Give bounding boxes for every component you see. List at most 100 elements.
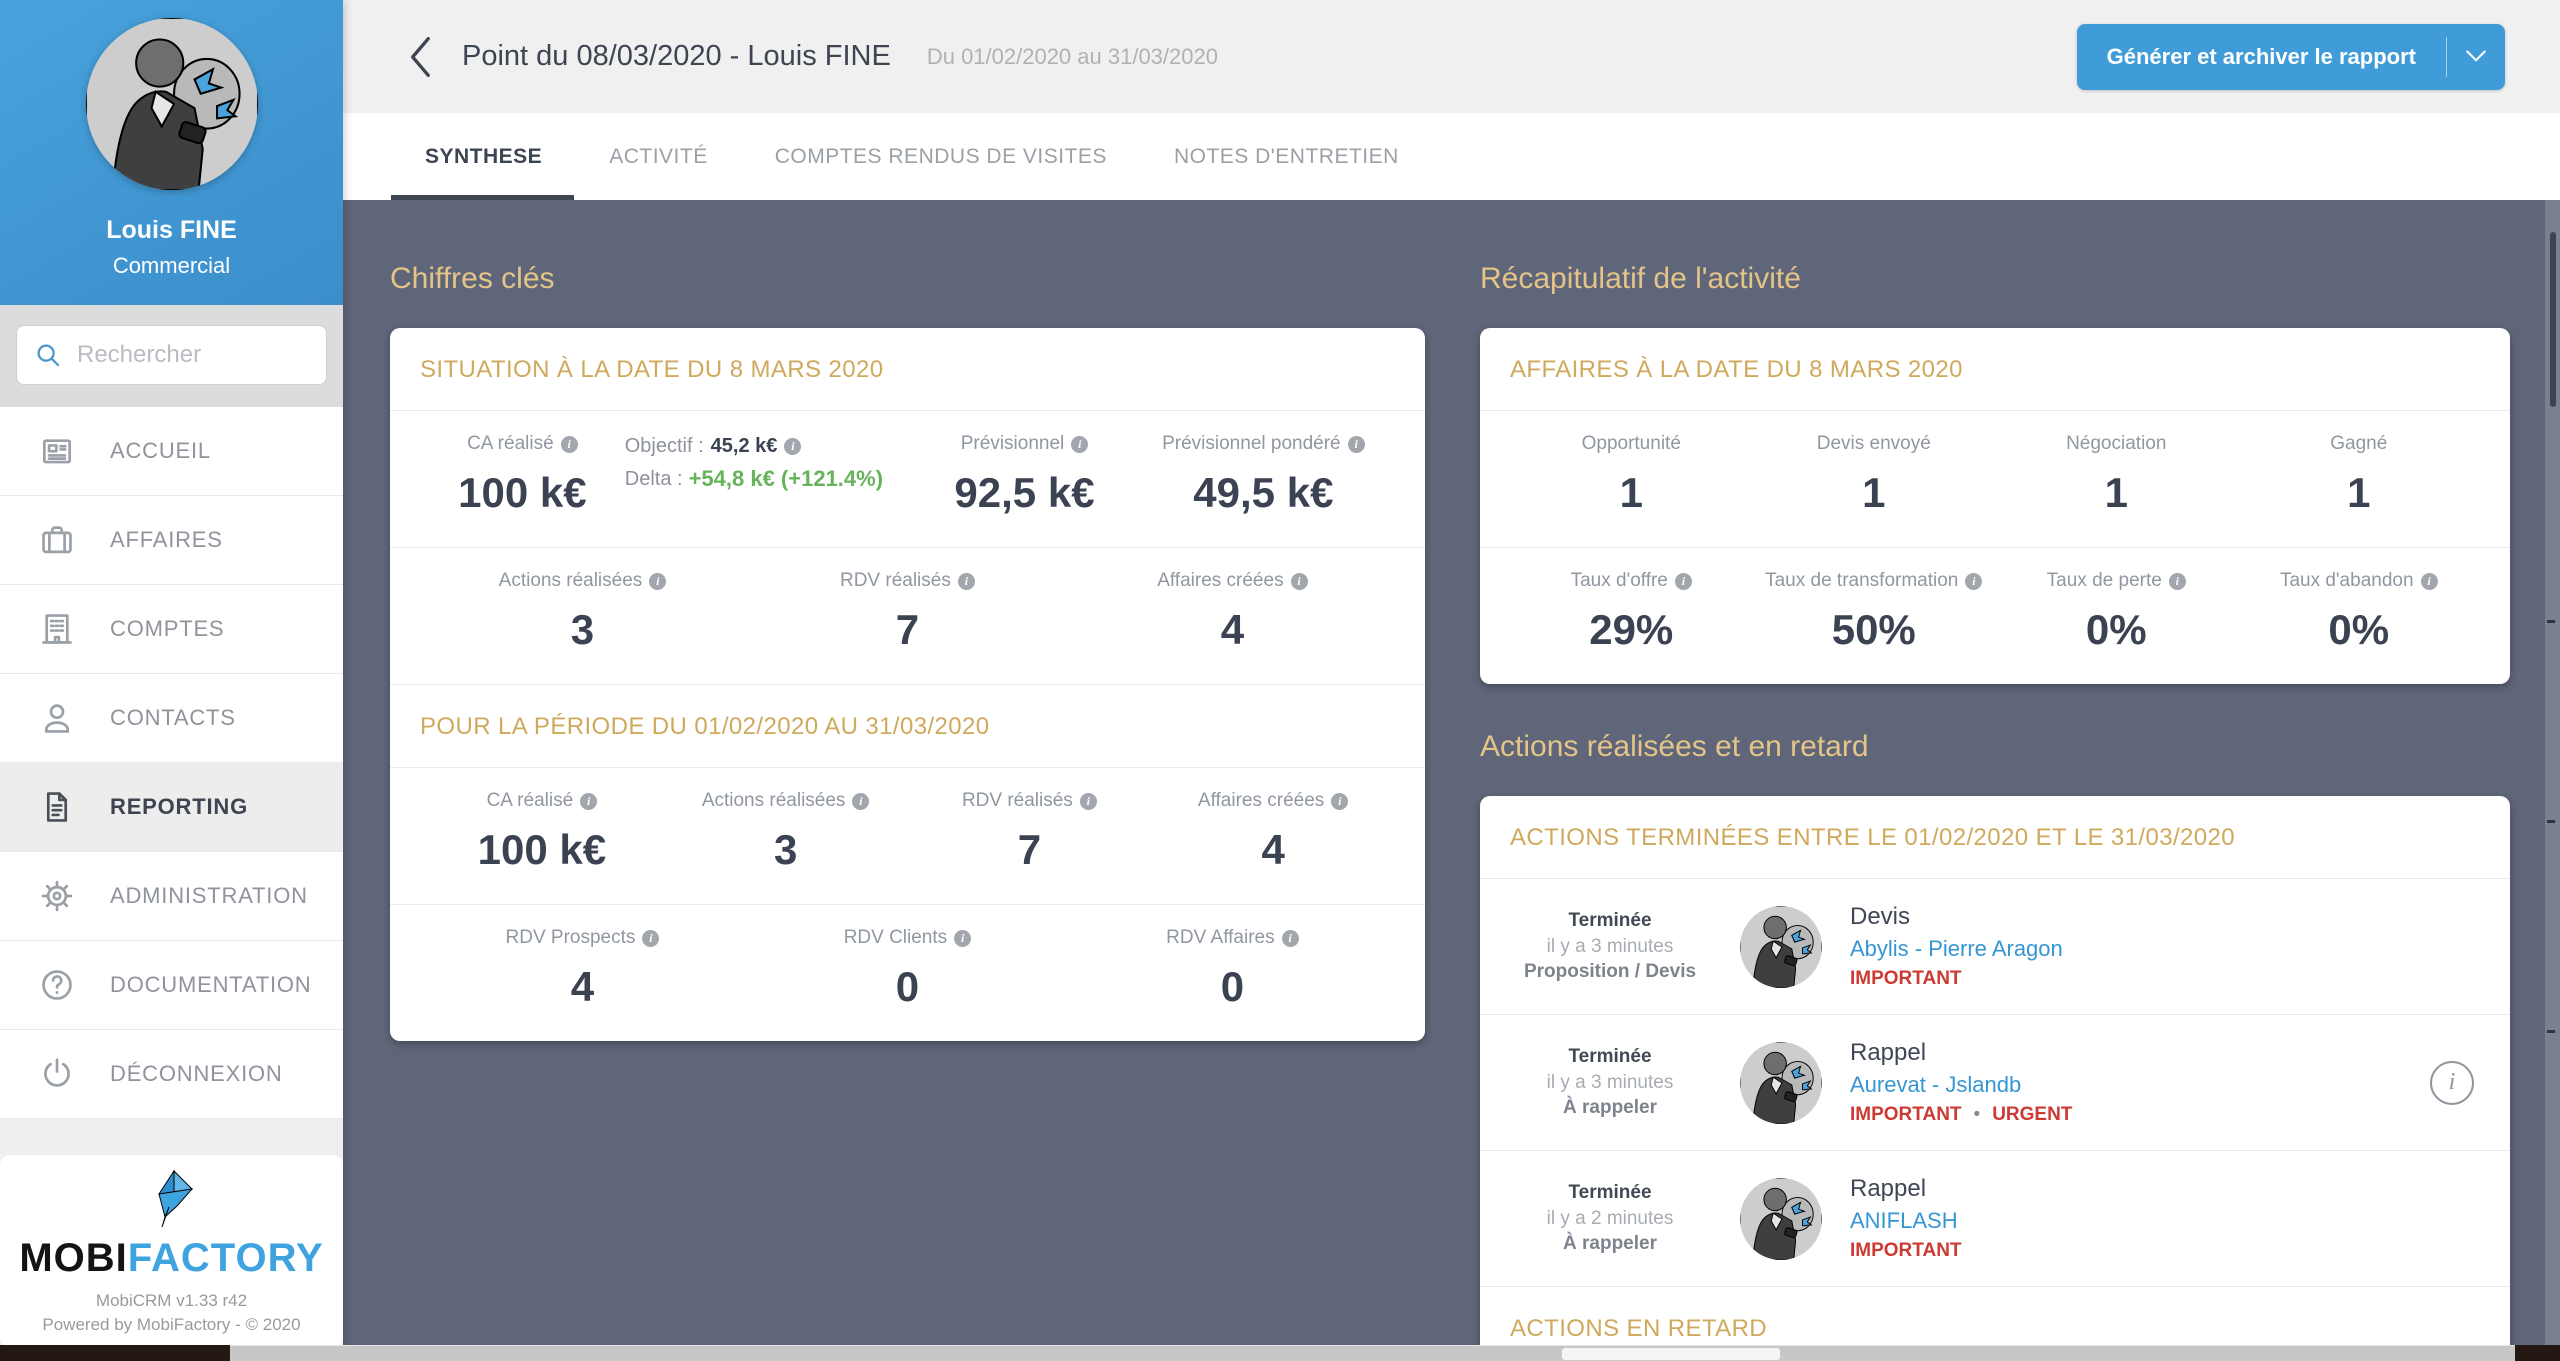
info-icon[interactable]: i: [2420, 572, 2438, 590]
info-icon[interactable]: i: [649, 572, 667, 590]
info-icon[interactable]: i: [1347, 435, 1365, 453]
info-icon[interactable]: i: [1674, 572, 1692, 590]
key-figures-column: Chiffres clés SITUATION À LA DATE DU 8 M…: [390, 262, 1425, 1361]
stat-opportunite: Opportunité 1: [1581, 433, 1681, 516]
back-button[interactable]: [400, 33, 440, 81]
sidebar-search-area: [0, 305, 387, 407]
sidebar-footer-area: MOBIFACTORY MobiCRM v1.33 r42 Powered by…: [0, 1119, 343, 1361]
rates-row: Taux d'offre i 29% Taux de transformation…: [1480, 548, 2510, 684]
mobifactory-bird-logo-icon: [139, 1169, 205, 1233]
info-icon[interactable]: i: [1079, 792, 1097, 810]
tab-synthese[interactable]: SYNTHESE: [390, 113, 575, 200]
person-icon: [38, 699, 76, 737]
stat-actions-realisees: Actions réalisées i 3: [420, 570, 745, 654]
report-date-range: Du 01/02/2020 au 31/03/2020: [926, 43, 1218, 69]
situation-row-2: Actions réalisées i 3 RDV réalisés i 7 Aff…: [390, 548, 1425, 684]
account-contact-link[interactable]: Aurevat - Jslandb: [1850, 1072, 2021, 1098]
info-icon[interactable]: i: [1331, 792, 1349, 810]
profile-panel: Louis FINE Commercial: [0, 0, 343, 305]
info-icon[interactable]: i: [580, 792, 598, 810]
sidebar-item-documentation[interactable]: DOCUMENTATION: [0, 941, 343, 1030]
action-details: Rappel Aurevat - Jslandb IMPORTANT • URG…: [1850, 1039, 2073, 1125]
sidebar-item-deconnexion[interactable]: DÉCONNEXION: [0, 1030, 343, 1119]
mobicrm-app-window: Louis FINE Commercial ACCUEIL AFFAIRES C…: [0, 0, 2560, 1361]
actions-done-header: ACTIONS TERMINÉES ENTRE LE 01/02/2020 ET…: [1510, 824, 2236, 851]
generate-report-button[interactable]: Générer et archiver le rapport: [2076, 23, 2505, 90]
action-row-rappel-aniflash[interactable]: Terminée il y a 2 minutes À rappeler Rap…: [1480, 1151, 2510, 1286]
info-icon[interactable]: i: [1965, 572, 1983, 590]
section-title-actions: Actions réalisées et en retard: [1480, 730, 1869, 763]
action-row-devis-abylis[interactable]: Terminée il y a 3 minutes Proposition / …: [1480, 879, 2510, 1014]
gear-icon: [38, 877, 76, 915]
actions-card: ACTIONS TERMINÉES ENTRE LE 01/02/2020 ET…: [1480, 796, 2510, 1361]
file-text-icon: [38, 788, 76, 826]
sidebar-item-comptes[interactable]: COMPTES: [0, 585, 343, 674]
profile-role: Commercial: [112, 253, 231, 278]
sidebar-item-contacts[interactable]: CONTACTS: [0, 674, 343, 763]
newspaper-icon: [38, 432, 76, 470]
stat-rdv-realises: RDV réalisés i 7: [745, 570, 1070, 654]
stat-rdv-affaires: RDV Affaires i 0: [1070, 927, 1395, 1011]
background-window-edge: [2545, 200, 2560, 1345]
info-icon[interactable]: i: [1290, 572, 1308, 590]
stat-previsionnel: Prévisionnel i 92,5 k€: [954, 433, 1095, 516]
sidebar-item-reporting[interactable]: REPORTING: [0, 763, 343, 852]
situation-header: SITUATION À LA DATE DU 8 MARS 2020: [420, 356, 884, 383]
info-icon[interactable]: i: [642, 929, 660, 947]
info-icon[interactable]: i: [954, 929, 972, 947]
power-icon: [38, 1055, 76, 1093]
stat-affaires-creees: Affaires créées i 4: [1070, 570, 1395, 654]
contact-avatar: [1740, 1041, 1822, 1124]
sidebar: Louis FINE Commercial ACCUEIL AFFAIRES C…: [0, 0, 387, 1361]
chevron-left-icon: [411, 36, 430, 77]
account-contact-link[interactable]: Abylis - Pierre Aragon: [1850, 936, 2063, 962]
report-content: Chiffres clés SITUATION À LA DATE DU 8 M…: [343, 200, 2560, 1361]
main-area: Point du 08/03/2020 - Louis FINE Du 01/0…: [343, 0, 2560, 1361]
tab-comptes-rendus[interactable]: COMPTES RENDUS DE VISITES: [775, 113, 1107, 200]
tab-notes-entretien[interactable]: NOTES D'ENTRETIEN: [1174, 113, 1399, 200]
page-title: Point du 08/03/2020 - Louis FINE: [462, 40, 891, 72]
action-status: Terminée il y a 3 minutes À rappeler: [1546, 1046, 1674, 1119]
tab-activite[interactable]: ACTIVITÉ: [609, 113, 708, 200]
period-header: POUR LA PÉRIODE DU 01/02/2020 AU 31/03/2…: [420, 713, 990, 740]
dock-bar: [230, 1345, 2515, 1361]
sidebar-item-accueil[interactable]: ACCUEIL: [0, 407, 343, 496]
info-circle-icon[interactable]: i: [2430, 1060, 2474, 1105]
info-icon[interactable]: i: [784, 438, 802, 455]
section-title-chiffres-cles: Chiffres clés: [390, 262, 555, 295]
scrollbar-thumb[interactable]: [2550, 232, 2556, 407]
user-avatar: [85, 18, 258, 190]
key-figures-card: SITUATION À LA DATE DU 8 MARS 2020 CA ré…: [390, 328, 1425, 1041]
stat-rdv-prospects: RDV Prospects i 4: [420, 927, 745, 1011]
tag-urgent: URGENT: [1992, 1104, 2073, 1125]
tag-important: IMPORTANT: [1850, 1104, 1962, 1125]
affaires-header: AFFAIRES À LA DATE DU 8 MARS 2020: [1510, 356, 1963, 383]
info-icon[interactable]: i: [560, 435, 578, 453]
account-contact-link[interactable]: ANIFLASH: [1850, 1208, 1958, 1234]
chevron-down-icon[interactable]: [2447, 50, 2505, 63]
stat-taux-abandon: Taux d'abandon i 0%: [2238, 570, 2481, 654]
building-icon: [38, 610, 76, 648]
app-version: MobiCRM v1.33 r42: [95, 1291, 248, 1310]
action-row-rappel-aurevat[interactable]: Terminée il y a 3 minutes À rappeler Rap…: [1480, 1015, 2510, 1150]
sidebar-item-affaires[interactable]: AFFAIRES: [0, 496, 343, 585]
info-icon[interactable]: i: [957, 572, 975, 590]
section-title-recapitulatif: Récapitulatif de l'activité: [1480, 262, 1801, 295]
sidebar-item-administration[interactable]: ADMINISTRATION: [0, 852, 343, 941]
action-status: Terminée il y a 3 minutes Proposition / …: [1523, 910, 1697, 983]
action-status: Terminée il y a 2 minutes À rappeler: [1546, 1182, 1674, 1255]
stat-affaires-creees-periode: Affaires créées i 4: [1151, 790, 1395, 874]
info-icon[interactable]: i: [852, 792, 870, 810]
search-input[interactable]: [77, 341, 387, 369]
stat-taux-transformation: Taux de transformation i 50%: [1753, 570, 1996, 654]
situation-row-1: CA réalisé i 100 k€ Objectif : 45,2 k€ i …: [390, 411, 1425, 547]
info-icon[interactable]: i: [1071, 435, 1089, 453]
dock-item: [1562, 1348, 1780, 1360]
stat-ca-realise-periode: CA réalisé i 100 k€: [477, 790, 607, 873]
info-icon[interactable]: i: [1281, 929, 1299, 947]
info-icon[interactable]: i: [2168, 572, 2186, 590]
tag-important: IMPORTANT: [1850, 1240, 1962, 1261]
search-box[interactable]: [16, 325, 387, 385]
copyright-line: Powered by MobiFactory - © 2020: [42, 1315, 301, 1334]
briefcase-icon: [38, 521, 76, 559]
